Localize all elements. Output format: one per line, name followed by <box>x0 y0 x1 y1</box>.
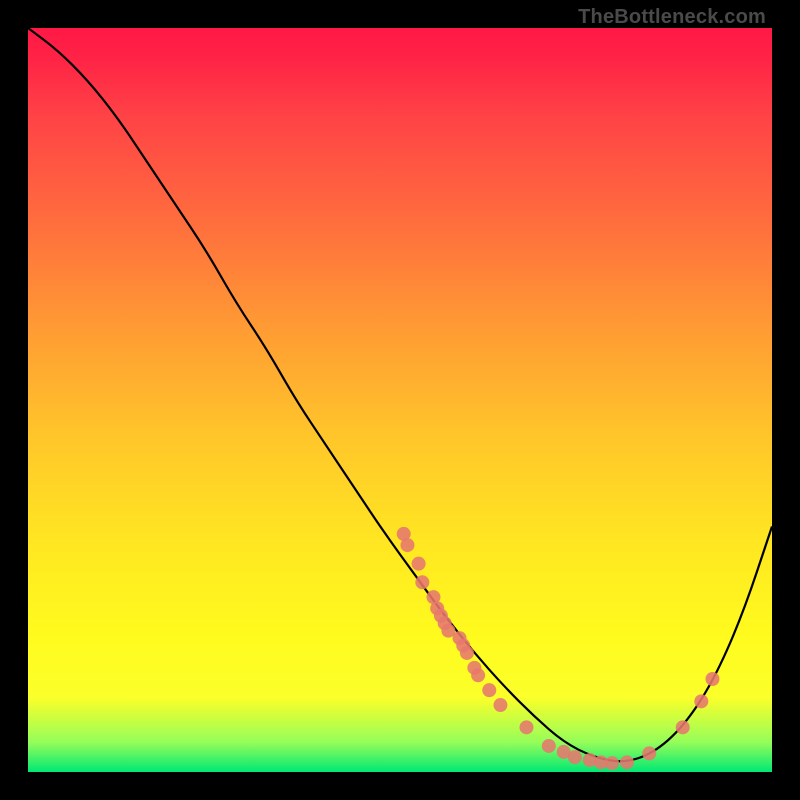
scatter-dot <box>642 746 656 760</box>
scatter-dot <box>568 750 582 764</box>
bottleneck-curve <box>28 28 772 761</box>
scatter-dot <box>694 694 708 708</box>
scatter-dot <box>620 755 634 769</box>
scatter-dots <box>397 527 720 770</box>
watermark-text: TheBottleneck.com <box>578 6 766 29</box>
chart-svg <box>28 28 772 772</box>
scatter-dot <box>482 683 496 697</box>
scatter-dot <box>705 672 719 686</box>
chart-container: TheBottleneck.com <box>0 0 800 800</box>
scatter-dot <box>519 720 533 734</box>
scatter-dot <box>460 646 474 660</box>
scatter-dot <box>412 557 426 571</box>
scatter-dot <box>493 698 507 712</box>
plot-area <box>28 28 772 772</box>
scatter-dot <box>605 756 619 770</box>
scatter-dot <box>471 668 485 682</box>
scatter-dot <box>542 739 556 753</box>
scatter-dot <box>676 720 690 734</box>
scatter-dot <box>415 575 429 589</box>
curve-layer <box>28 28 772 761</box>
scatter-dot <box>400 538 414 552</box>
